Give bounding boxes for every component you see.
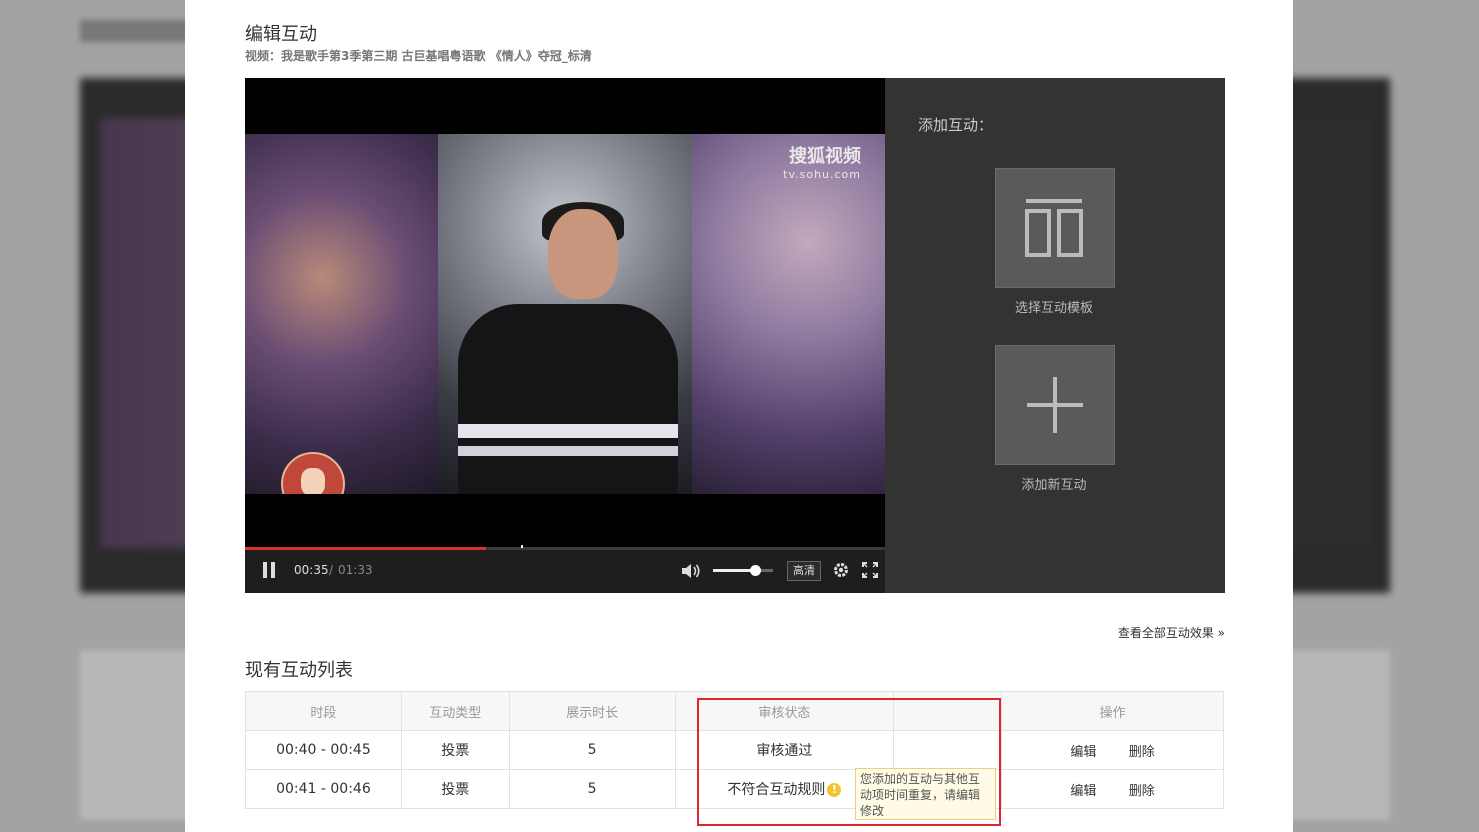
row-type: 投票 — [400, 769, 510, 809]
interaction-table: 时段 互动类型 展示时长 审核状态 操作 00:40 - 00:45 投票 5 … — [245, 691, 1224, 809]
add-new-interaction-button[interactable] — [995, 345, 1115, 465]
table-row: 00:40 - 00:45 投票 5 审核通过 编辑 删除 — [245, 730, 1224, 770]
edit-button[interactable]: 编辑 — [1070, 741, 1096, 760]
row-status: 不符合互动规则 — [727, 782, 826, 798]
gear-icon[interactable] — [832, 561, 850, 579]
template-icon — [1025, 199, 1083, 257]
frame-center — [438, 134, 692, 494]
header-type: 互动类型 — [400, 691, 510, 731]
select-template-button[interactable] — [995, 168, 1115, 288]
row-actions: 编辑 删除 — [1001, 769, 1224, 809]
conflict-tooltip: 您添加的互动与其他互动项时间重复，请编辑修改 — [855, 768, 996, 820]
progress-marker — [520, 545, 523, 548]
warning-icon[interactable]: ! — [827, 783, 842, 797]
current-time: 00:35 — [294, 563, 329, 577]
table-header-row: 时段 互动类型 展示时长 审核状态 操作 — [245, 691, 1224, 731]
video-frame[interactable]: 搜狐视频 tv.sohu.com — [245, 134, 885, 494]
singer-head — [548, 209, 618, 299]
jacket-stripe-2 — [458, 446, 678, 456]
interaction-list-title: 现有互动列表 — [245, 660, 353, 681]
volume-fill — [713, 569, 755, 572]
edit-button[interactable]: 编辑 — [1070, 780, 1096, 799]
header-period: 时段 — [245, 691, 402, 731]
video-caption: 视频：我是歌手第3季第三期 古巨基唱粤语歌 《情人》夺冠_标清 — [245, 49, 592, 63]
modal-title: 编辑互动 — [245, 24, 317, 45]
double-chevron-right-icon: » — [1213, 626, 1225, 640]
add-new-interaction-label[interactable]: 添加新互动 — [975, 474, 1133, 493]
delete-button[interactable]: 删除 — [1129, 741, 1155, 760]
time-separator: / — [329, 563, 334, 577]
fullscreen-icon[interactable] — [862, 562, 878, 578]
pause-icon[interactable] — [262, 562, 276, 578]
quality-button[interactable]: 高清 — [787, 561, 821, 581]
select-template-label[interactable]: 选择互动模板 — [975, 297, 1133, 316]
view-all-effects-link[interactable]: 查看全部互动效果 » — [1118, 624, 1225, 641]
add-interaction-panel: 添加互动： 选择互动模板 添加新互动 — [885, 78, 1225, 593]
row-duration: 5 — [508, 769, 676, 809]
frame-left-blur — [245, 134, 438, 494]
row-blank — [893, 730, 1003, 770]
volume-icon[interactable] — [680, 560, 702, 582]
volume-slider[interactable] — [713, 565, 773, 576]
player-controls: 00:35 / 01:33 高清 — [245, 550, 885, 593]
singer-body — [458, 304, 678, 494]
header-status: 审核状态 — [674, 691, 895, 731]
edit-interaction-modal: 编辑互动 视频：我是歌手第3季第三期 古巨基唱粤语歌 《情人》夺冠_标清 搜狐视… — [185, 0, 1293, 832]
table-row: 00:41 - 00:46 投票 5 不符合互动规则! 编辑 删除 — [245, 769, 1224, 809]
add-interaction-title: 添加互动： — [918, 116, 994, 134]
plus-icon — [1027, 377, 1083, 433]
video-player[interactable]: 搜狐视频 tv.sohu.com 00:35 / 01:33 高清 — [245, 78, 885, 593]
header-duration: 展示时长 — [508, 691, 676, 731]
row-duration: 5 — [508, 730, 676, 770]
row-actions: 编辑 删除 — [1001, 730, 1224, 770]
volume-knob[interactable] — [750, 565, 761, 576]
row-type: 投票 — [400, 730, 510, 770]
sohu-watermark: 搜狐视频 tv.sohu.com — [783, 146, 861, 182]
total-time: 01:33 — [338, 563, 373, 577]
header-blank — [893, 691, 1003, 731]
frame-right-blur — [692, 134, 885, 494]
row-period: 00:40 - 00:45 — [245, 730, 402, 770]
background-title-blur — [80, 20, 200, 42]
delete-button[interactable]: 删除 — [1129, 780, 1155, 799]
row-status: 审核通过 — [674, 730, 895, 770]
jacket-stripe — [458, 424, 678, 438]
header-actions: 操作 — [1001, 691, 1224, 731]
row-period: 00:41 - 00:46 — [245, 769, 402, 809]
